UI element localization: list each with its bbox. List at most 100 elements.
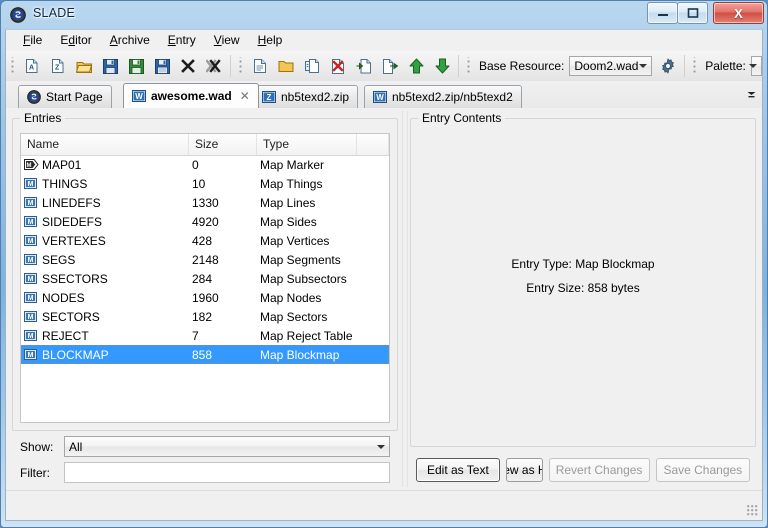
entry-name-cell: M BLOCKMAP (24, 348, 192, 362)
entries-title: Entries (20, 111, 66, 125)
menu-item-entry[interactable]: Entry (159, 31, 205, 50)
table-row[interactable]: M NODES 1960 Map Nodes (21, 288, 389, 307)
entry-type-cell: Map Sectors (260, 309, 328, 324)
show-combo[interactable]: All (64, 436, 390, 457)
table-row[interactable]: M MAP01 0 Map Marker (21, 155, 389, 174)
client-area: File Editor Archive Entry View Help A Z … (5, 29, 763, 521)
entry-name-text: LINEDEFS (42, 195, 101, 210)
import-file-icon[interactable] (352, 54, 376, 78)
save-archive-as-icon[interactable] (124, 54, 148, 78)
tab-nb5texd2-zip[interactable]: Z nb5texd2.zip (253, 85, 359, 108)
entry-name-cell: M SECTORS (24, 310, 192, 324)
entry-type-text: Entry Type: Map Blockmap (511, 257, 655, 271)
delete-entry-icon[interactable] (326, 54, 350, 78)
save-changes-button[interactable]: Save Changes (655, 458, 750, 482)
menu-bar: File Editor Archive Entry View Help (6, 30, 762, 51)
palette-chevron-down-icon[interactable] (744, 57, 761, 75)
svg-text:M: M (28, 314, 34, 321)
entry-name-text: REJECT (42, 328, 89, 343)
entry-type-cell: Map Things (260, 176, 323, 191)
toolbar-grip-1[interactable] (10, 57, 17, 75)
new-entry-icon[interactable] (248, 54, 272, 78)
entry-size-cell: 4920 (192, 214, 219, 229)
toolbar-separator-2 (458, 55, 459, 77)
entry-contents-panel: Entry Contents Entry Type: Map Blockmap … (410, 111, 756, 487)
entry-type-cell: Map Blockmap (260, 347, 340, 362)
wad-archive-icon: W (373, 90, 387, 104)
show-chevron-down-icon[interactable] (372, 437, 389, 456)
entry-size-cell: 0 (192, 157, 199, 172)
revert-changes-button[interactable]: Revert Changes (548, 458, 650, 482)
filter-input[interactable] (64, 462, 390, 483)
entry-name-cell: M VERTEXES (24, 234, 192, 248)
base-resource-settings-button[interactable] (656, 54, 680, 78)
table-row[interactable]: M LINEDEFS 1330 Map Lines (21, 193, 389, 212)
column-header-type[interactable]: Type (257, 134, 357, 155)
show-filter-row: Show: All (20, 436, 390, 457)
resize-grip-icon[interactable] (747, 505, 759, 517)
entry-list[interactable]: Name Size Type M MAP01 0 Map Marker M THINGS 1… (20, 133, 390, 423)
move-up-icon[interactable] (404, 54, 428, 78)
open-archive-icon[interactable] (72, 54, 96, 78)
panel-splitter[interactable] (402, 111, 408, 487)
move-down-icon[interactable] (430, 54, 454, 78)
menu-item-view[interactable]: View (205, 31, 249, 50)
entry-type-cell: Map Vertices (260, 233, 330, 248)
close-archive-icon[interactable] (176, 54, 200, 78)
table-row[interactable]: M SSECTORS 284 Map Subsectors (21, 269, 389, 288)
close-icon[interactable]: ✕ (240, 89, 250, 103)
table-row[interactable]: M BLOCKMAP 858 Map Blockmap (21, 345, 389, 364)
minimize-icon[interactable] (647, 2, 678, 24)
menu-item-archive[interactable]: Archive (101, 31, 159, 50)
palette-combo[interactable] (748, 56, 762, 76)
map-entry-icon: M (24, 178, 37, 189)
tab-start-page[interactable]: Start Page (18, 85, 112, 108)
entry-name-cell: M LINEDEFS (24, 196, 192, 210)
export-entry-icon[interactable] (378, 54, 402, 78)
entry-name-cell: M MAP01 (24, 158, 192, 172)
save-archive-icon[interactable] (98, 54, 122, 78)
column-header-size[interactable]: Size (189, 134, 257, 155)
toolbar-grip-4[interactable] (692, 57, 700, 75)
table-row[interactable]: M THINGS 10 Map Things (21, 174, 389, 193)
toolbar-grip-3[interactable] (466, 57, 473, 75)
toolbar: A Z Base Resource: Doom2.wad Palette: (6, 51, 762, 82)
title-bar: SLADE X (1, 1, 768, 29)
new-archive-icon[interactable]: A (20, 54, 44, 78)
map-entry-icon: M (24, 273, 37, 284)
svg-text:Z: Z (267, 93, 272, 102)
map-entry-icon: M (24, 197, 37, 208)
entry-name-cell: M SIDEDEFS (24, 215, 192, 229)
view-as-hex-button[interactable]: View as Hex (505, 458, 543, 482)
table-row[interactable]: M REJECT 7 Map Reject Table (21, 326, 389, 345)
entry-type-cell: Map Reject Table (260, 328, 353, 343)
tab-awesome-wad[interactable]: W awesome.wad ✕ (123, 83, 259, 108)
close-icon[interactable]: X (713, 2, 764, 24)
entry-name-text: VERTEXES (42, 233, 106, 248)
tab-overflow-icon[interactable] (742, 84, 760, 105)
import-entry-icon[interactable] (300, 54, 324, 78)
save-all-icon[interactable] (150, 54, 174, 78)
maximize-icon[interactable] (677, 2, 708, 24)
table-row[interactable]: M SECTORS 182 Map Sectors (21, 307, 389, 326)
table-row[interactable]: M SEGS 2148 Map Segments (21, 250, 389, 269)
menu-item-editor[interactable]: Editor (51, 31, 100, 50)
slade-logo-icon (10, 7, 26, 23)
menu-item-help[interactable]: Help (249, 31, 292, 50)
new-zip-archive-icon[interactable]: Z (46, 54, 70, 78)
menu-item-file[interactable]: File (14, 31, 51, 50)
toolbar-grip-2[interactable] (238, 57, 245, 75)
entry-type-cell: Map Segments (260, 252, 341, 267)
new-directory-icon[interactable] (274, 54, 298, 78)
entry-type-cell: Map Subsectors (260, 271, 347, 286)
base-resource-combo[interactable]: Doom2.wad (569, 56, 653, 76)
chevron-down-icon[interactable] (634, 57, 651, 75)
edit-as-text-button[interactable]: Edit as Text (416, 458, 500, 482)
table-row[interactable]: M SIDEDEFS 4920 Map Sides (21, 212, 389, 231)
column-header-name[interactable]: Name (21, 134, 189, 155)
svg-text:M: M (28, 181, 34, 188)
revert-changes-label: Revert Changes (555, 463, 643, 477)
close-all-archives-icon[interactable] (202, 54, 226, 78)
table-row[interactable]: M VERTEXES 428 Map Vertices (21, 231, 389, 250)
tab-nb5texd2-zip-nb5texd2[interactable]: W nb5texd2.zip/nb5texd2 (364, 85, 522, 108)
